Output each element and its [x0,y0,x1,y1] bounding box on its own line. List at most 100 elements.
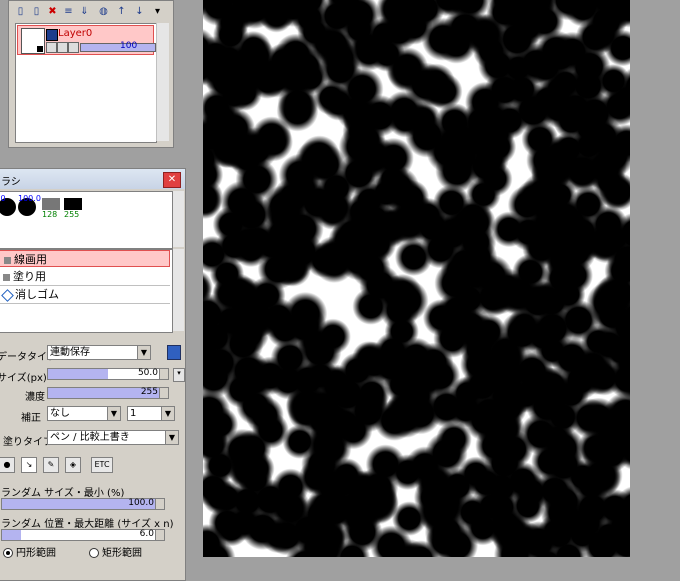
ink-dot [394,179,430,216]
correction-select[interactable]: なし ▼ [47,406,121,421]
paint-type-label: 塗りタイプ [3,437,53,448]
size-slider[interactable]: 50.0 [47,368,169,380]
ink-dot [535,333,570,368]
layer-opacity-value: 100 [120,41,138,51]
correction-label: 補正 [21,413,41,424]
layer-row[interactable]: Layer0 100 [17,25,156,55]
layer-panel: ▯ ▯ ✖ ≡ ⇓ ◍ ↑ ↓ ▾ Layer0 100 [8,0,174,148]
ink-dot [278,55,320,98]
density-slider[interactable]: 255 [47,387,169,399]
preset-color-1[interactable] [42,198,60,210]
tool-item-fill[interactable]: 塗り用 [0,268,170,286]
delete-layer-icon[interactable]: ✖ [46,5,59,18]
random-position-slider[interactable]: 6.0 [1,529,165,541]
new-layer-copy-icon[interactable]: ▯ [30,5,43,18]
random-size-spinner[interactable] [155,499,164,509]
layer-opacity-slider[interactable] [80,43,156,52]
random-position-label: ランダム 位置・最大距離 (サイズ x n) [1,519,174,530]
tool-item-eraser[interactable]: 消しゴム [0,286,170,304]
layer-scrollbar[interactable] [156,23,169,141]
tab-brush-shape[interactable]: ● [0,457,15,473]
range-circle-radio[interactable]: 円形範囲 [3,544,56,559]
move-down-icon[interactable]: ↓ [133,5,146,18]
brush-panel-title: ラシ [1,177,21,188]
correction-level-select[interactable]: 1 ▼ [127,406,175,421]
ink-dot [238,37,276,75]
mask-toggle-icon[interactable] [68,42,79,53]
density-value: 255 [140,387,158,397]
tab-pen[interactable]: ✎ [43,457,59,473]
ink-dot [467,464,505,502]
tab-texture[interactable]: ◈ [65,457,81,473]
ink-dot [464,509,501,546]
size-spinner[interactable] [159,369,168,379]
paint-type-value: ペン / 比較上書き [50,432,130,443]
ink-dot [309,401,346,438]
tab-etc[interactable]: ETC [91,457,113,473]
ink-dot [304,143,346,186]
drawing-canvas[interactable] [203,0,630,557]
preset-scrollbar[interactable] [173,191,184,247]
ink-dot [538,87,579,128]
ink-dot [530,382,568,420]
mask-icon[interactable]: ◍ [97,5,110,18]
ink-dot [446,244,483,281]
merge-icon[interactable]: ≡ [62,5,75,18]
ink-dot [369,36,405,72]
eraser-icon [1,288,14,302]
ink-dot [567,45,611,88]
ink-dot [424,510,468,554]
range-rect-label: 矩形範囲 [102,548,142,559]
layer-name: Layer0 [58,28,93,39]
random-position-spinner[interactable] [155,530,164,540]
ink-dot [342,512,383,552]
visibility-icon[interactable] [46,29,58,41]
layer-list: Layer0 100 [15,23,157,143]
lock-icon[interactable] [46,42,57,53]
tool-label: 線画用 [14,253,47,266]
data-type-value: 連動保存 [50,347,90,358]
menu-icon[interactable]: ▾ [151,5,164,18]
close-icon[interactable]: ✕ [163,172,181,188]
range-rect-radio[interactable]: 矩形範囲 [89,544,142,559]
size-menu-icon[interactable]: ▾ [173,368,185,382]
ink-dot [475,425,515,466]
chevron-down-icon: ▼ [161,407,174,420]
density-spinner[interactable] [159,388,168,398]
canvas-artwork [203,0,630,557]
brush-panel-titlebar[interactable]: ラシ ✕ [0,169,185,189]
ink-dot [436,309,475,348]
brush-panel: ラシ ✕ .0 100.0 128 255 線画用 塗り用 消しゴム データタイ… [0,168,186,581]
density-label: 濃度 [25,392,45,403]
ink-dot [435,103,474,142]
preset-color-2[interactable] [64,198,82,210]
new-layer-icon[interactable]: ▯ [14,5,27,18]
tool-swatch [3,273,10,281]
ink-dot [222,323,264,365]
ink-dot [532,281,572,322]
ink-dot [564,501,607,545]
save-icon[interactable] [167,345,181,360]
chevron-down-icon: ▼ [137,346,150,359]
data-type-select[interactable]: 連動保存 ▼ [47,345,151,360]
transfer-icon[interactable]: ⇓ [78,5,91,18]
size-value: 50.0 [137,368,158,378]
ink-dot [313,235,356,279]
paint-type-select[interactable]: ペン / 比較上書き ▼ [47,430,179,445]
ink-dot [414,462,455,503]
ink-dot [374,332,412,369]
preset-value: 128 [42,210,58,219]
random-size-slider[interactable]: 100.0 [1,498,165,510]
clip-icon[interactable] [57,42,68,53]
ink-dot [264,225,308,268]
tool-scrollbar[interactable] [173,249,184,331]
tool-list: 線画用 塗り用 消しゴム [0,249,173,333]
tool-item-line[interactable]: 線画用 [0,250,170,267]
tab-cursor[interactable]: ↘ [21,457,37,473]
move-up-icon[interactable]: ↑ [115,5,128,18]
ink-dot [349,121,386,158]
radio-indicator [3,548,13,558]
ink-dot [538,420,574,456]
random-position-fill [2,530,22,540]
ink-dot [509,213,548,251]
